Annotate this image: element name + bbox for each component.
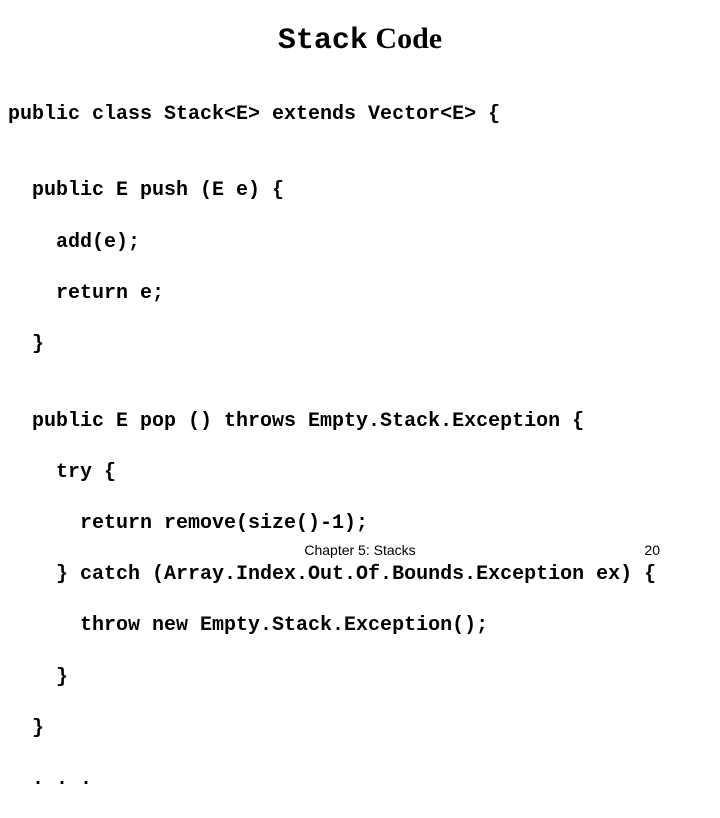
- code-line: add(e);: [8, 230, 712, 256]
- code-line: }: [8, 716, 712, 742]
- code-line: throw new Empty.Stack.Exception();: [8, 613, 712, 639]
- code-line: return e;: [8, 281, 712, 307]
- title-mono: Stack: [278, 24, 368, 58]
- code-line: . . .: [8, 767, 712, 793]
- title-serif: Code: [368, 22, 442, 55]
- code-line: public class Stack<E> extends Vector<E> …: [8, 102, 712, 128]
- code-block: public class Stack<E> extends Vector<E> …: [0, 58, 720, 818]
- footer-page-number: 20: [644, 542, 660, 558]
- code-line: } catch (Array.Index.Out.Of.Bounds.Excep…: [8, 562, 712, 588]
- code-line: }: [8, 665, 712, 691]
- slide-title: Stack Code: [0, 22, 720, 58]
- code-line: return remove(size()-1);: [8, 511, 712, 537]
- code-line: public E push (E e) {: [8, 178, 712, 204]
- code-line: public E pop () throws Empty.Stack.Excep…: [8, 409, 712, 435]
- footer-chapter: Chapter 5: Stacks: [304, 542, 415, 558]
- code-line: try {: [8, 460, 712, 486]
- code-line: }: [8, 332, 712, 358]
